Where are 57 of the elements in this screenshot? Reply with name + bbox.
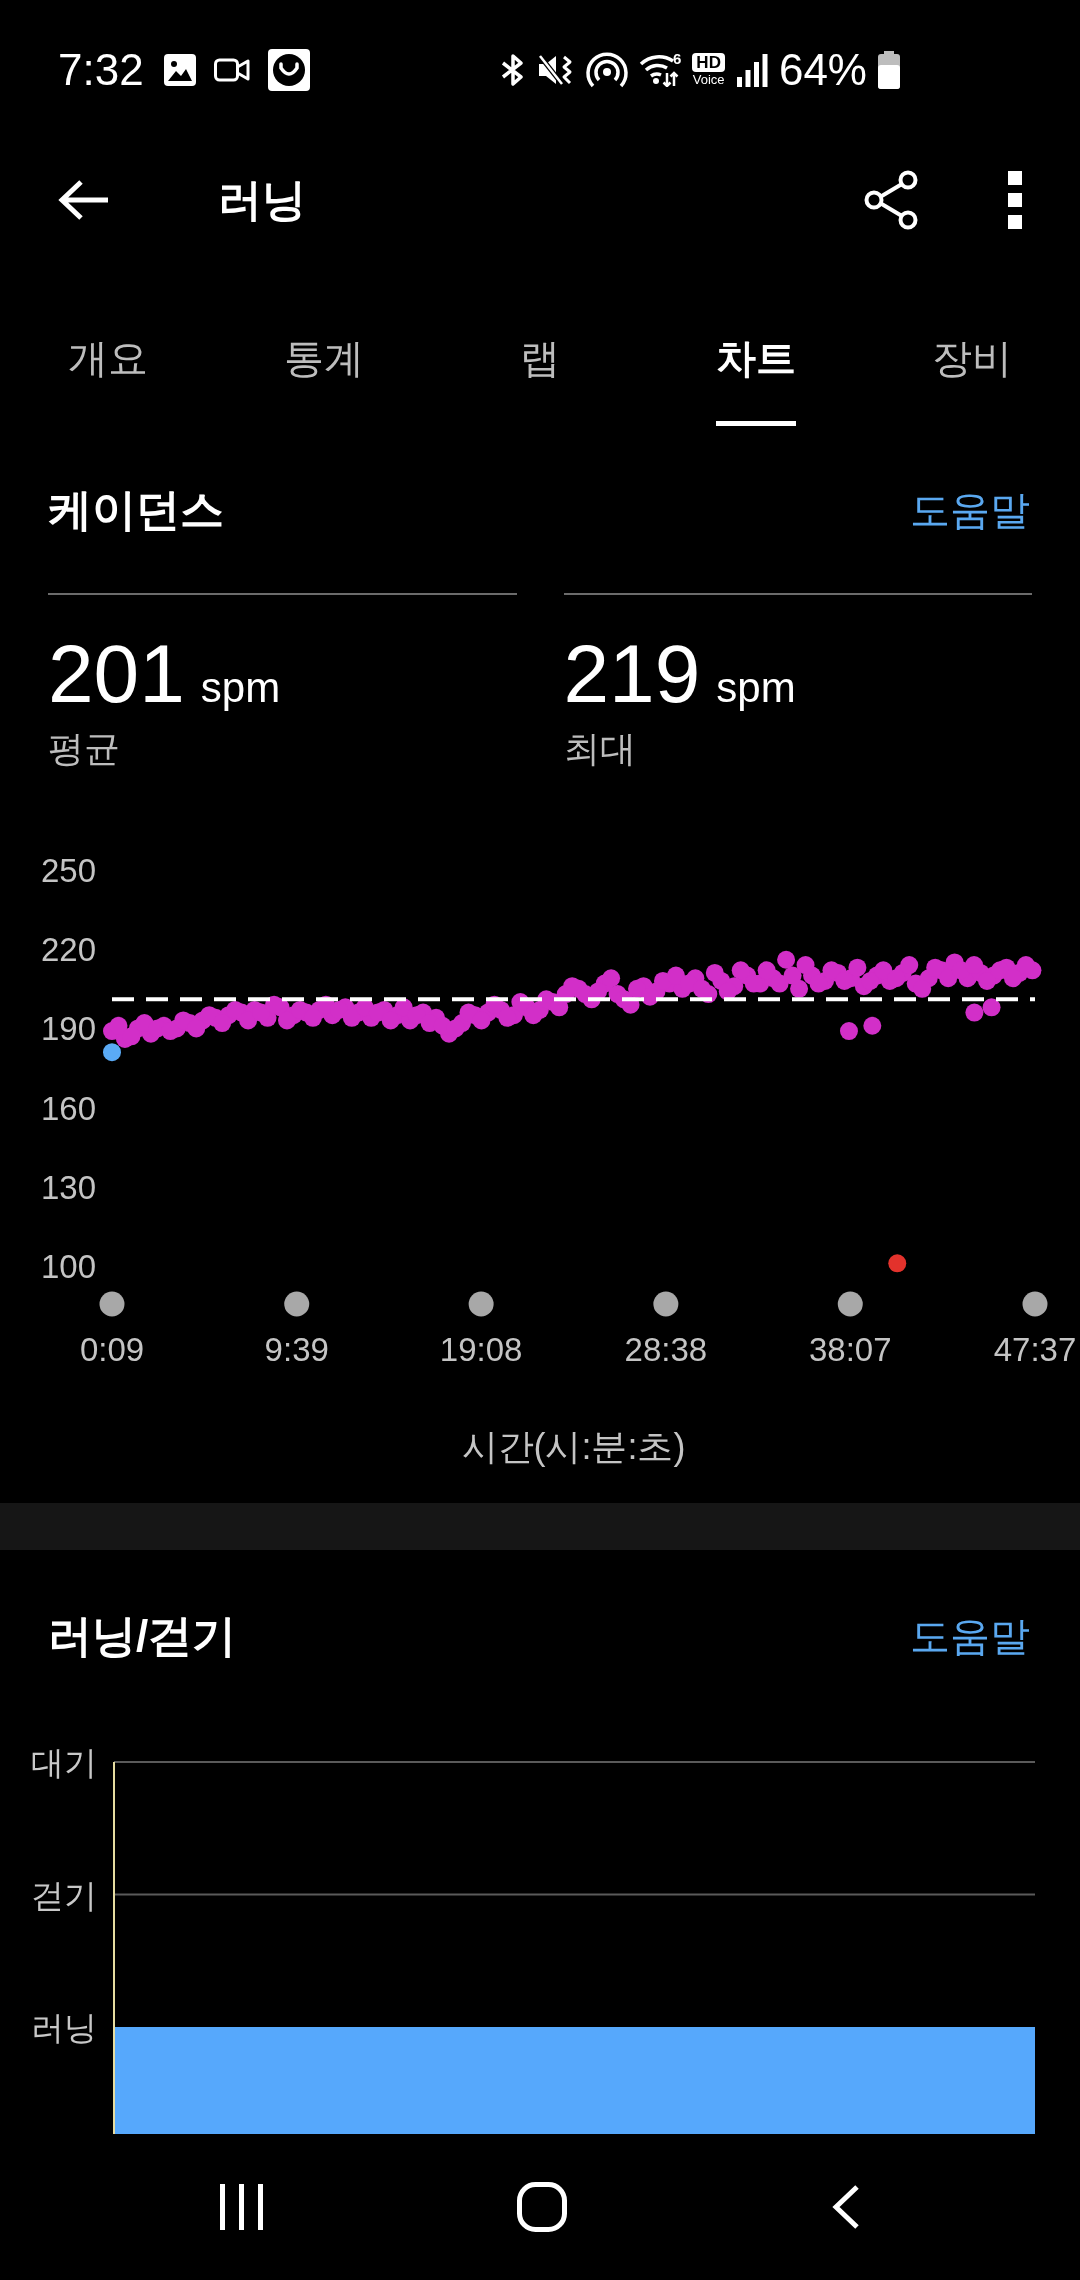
stat-label: 최대: [563, 727, 636, 770]
back-arrow-icon[interactable]: [58, 179, 110, 221]
wifi-standard-label: 6: [673, 51, 682, 67]
tick-dot-icon: [1022, 1291, 1048, 1317]
tab[interactable]: 통계: [284, 333, 364, 426]
tick-dot-icon: [468, 1291, 494, 1317]
wifi-icon: [639, 53, 679, 87]
screen-title: 러닝: [218, 174, 306, 226]
tick-dot-icon: [653, 1291, 679, 1317]
share-icon[interactable]: [862, 170, 920, 230]
level-label: 대기: [31, 1744, 97, 1781]
tab[interactable]: 개요: [68, 333, 148, 426]
smiley-app-icon: [267, 49, 310, 91]
stat-label: 평균: [48, 727, 120, 770]
x-tick-label: 47:37: [993, 1331, 1077, 1368]
help-link[interactable]: 도움말: [910, 485, 1030, 535]
hd-label: HD: [692, 53, 725, 72]
bluetooth-icon: [500, 53, 526, 87]
x-tick-label: 28:38: [624, 1331, 708, 1368]
y-tick-label: 160: [40, 1089, 96, 1127]
x-tick-label: 9:39: [264, 1331, 329, 1368]
tick-dot-icon: [837, 1291, 863, 1317]
tick-dot-icon: [284, 1291, 310, 1317]
battery-icon: [878, 51, 900, 89]
tab[interactable]: 장비: [932, 333, 1012, 426]
status-time: 7:32: [58, 44, 144, 96]
y-tick-label: 250: [40, 852, 96, 889]
battery-percent: 64%: [778, 44, 867, 96]
broadcast-icon: [586, 50, 628, 90]
voice-label: Voice: [692, 73, 725, 87]
y-tick-label: 100: [40, 1248, 96, 1285]
video-camera-icon: [213, 56, 250, 84]
signal-icon: [735, 53, 768, 87]
stat-unit: spm: [716, 663, 796, 713]
x-tick-label: 19:08: [439, 1331, 523, 1368]
stat-value: 201: [48, 631, 185, 717]
help-link[interactable]: 도움말: [910, 1611, 1030, 1661]
back-icon[interactable]: [831, 2184, 860, 2230]
stat-unit: spm: [200, 663, 281, 713]
recent-apps-icon[interactable]: [218, 2184, 265, 2230]
section-title: 케이던스: [48, 484, 224, 536]
x-tick-label: 38:07: [808, 1331, 892, 1368]
more-options-icon[interactable]: [1007, 170, 1023, 230]
y-tick-label: 190: [40, 1010, 96, 1048]
x-axis-title: 시간(시:분:초): [461, 1425, 686, 1468]
home-icon[interactable]: [517, 2182, 567, 2232]
section-title: 러닝/걷기: [48, 1610, 237, 1662]
x-tick-label: 0:09: [79, 1331, 145, 1368]
tab[interactable]: 랩: [520, 333, 560, 426]
y-tick-label: 220: [40, 931, 96, 969]
level-label: 걷기: [31, 1876, 97, 1914]
image-icon: [163, 54, 196, 86]
level-label: 러닝: [31, 2009, 97, 2046]
y-tick-label: 130: [40, 1168, 96, 1206]
stat-value: 219: [563, 631, 701, 717]
tab[interactable]: 차트: [716, 333, 796, 426]
tick-dot-icon: [99, 1291, 125, 1317]
